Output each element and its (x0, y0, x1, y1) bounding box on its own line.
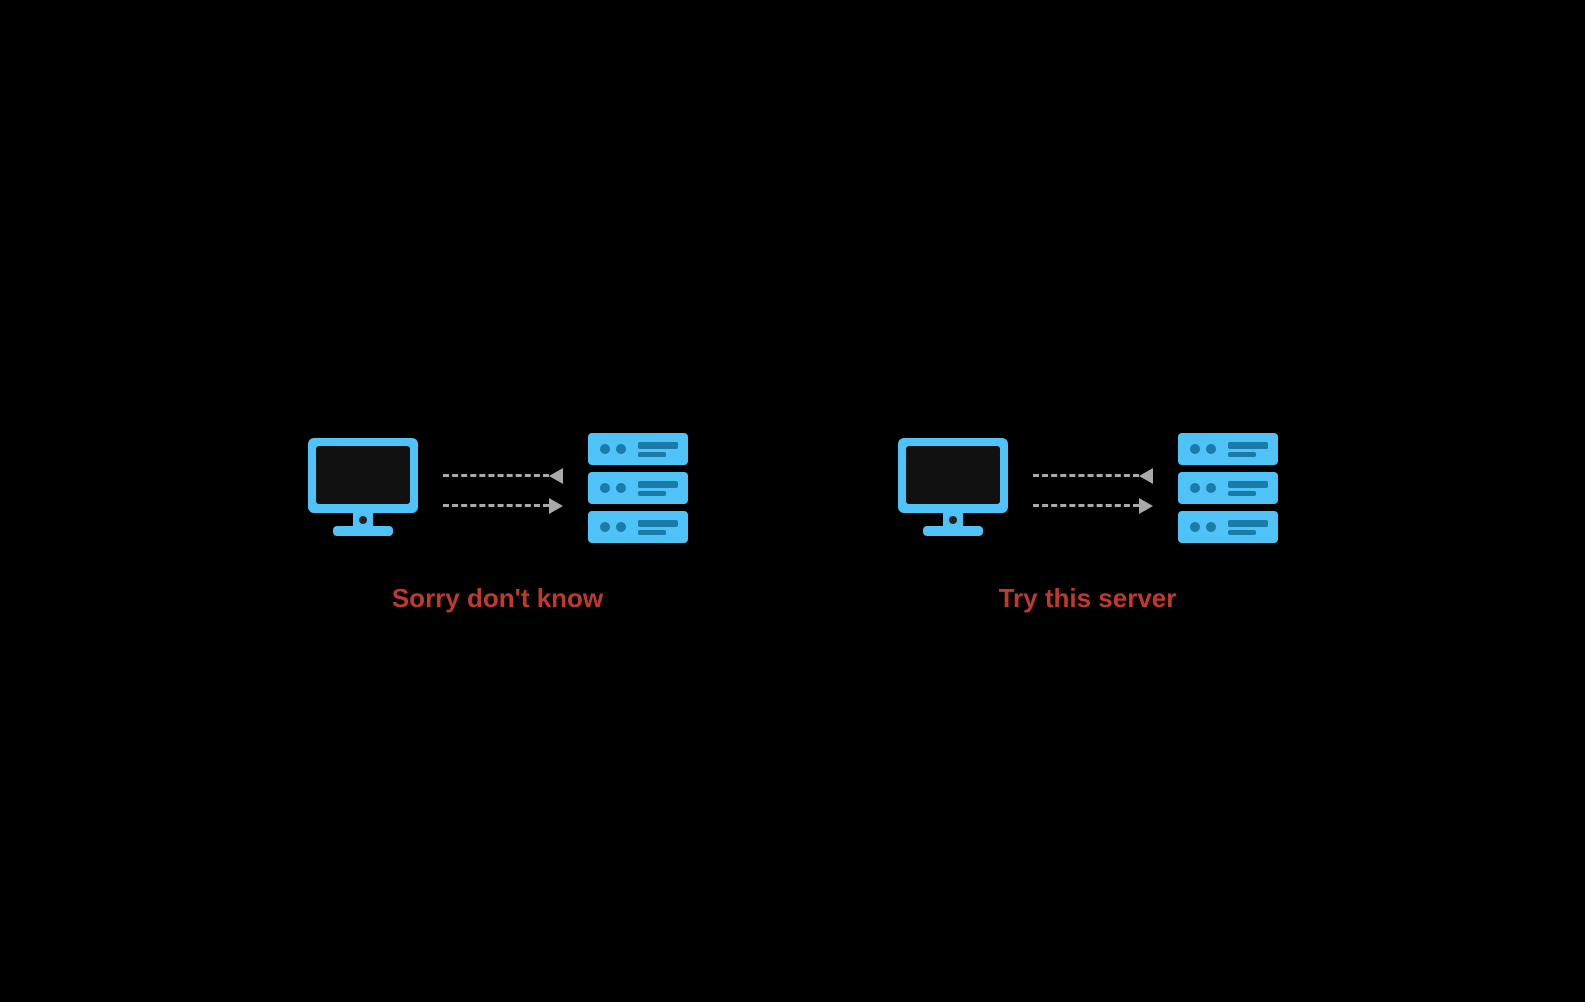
arrowhead-right-sorry (549, 498, 563, 514)
dashes-top-try (1033, 474, 1139, 477)
arrowhead-left-try (1139, 468, 1153, 484)
arrow-left-sorry (443, 468, 563, 484)
diagram-sorry: Sorry don't know (303, 428, 693, 614)
arrow-right-try (1033, 498, 1153, 514)
arrowhead-right-try (1139, 498, 1153, 514)
label-try: Try this server (999, 583, 1177, 614)
monitor-icon-right (893, 433, 1013, 548)
main-container: Sorry don't know (303, 428, 1283, 614)
arrow-left-try (1033, 468, 1153, 484)
dashes-bottom-try (1033, 504, 1139, 507)
monitor-icon-left (303, 433, 423, 548)
server-icon-sorry (583, 428, 693, 553)
arrows-try (1033, 468, 1153, 514)
dashes-bottom-sorry (443, 504, 549, 507)
diagram-row-sorry (303, 428, 693, 553)
server-icon-try (1173, 428, 1283, 553)
arrows-sorry (443, 468, 563, 514)
label-sorry: Sorry don't know (392, 583, 603, 614)
diagram-row-try (893, 428, 1283, 553)
dashes-top-sorry (443, 474, 549, 477)
diagram-try: Try this server (893, 428, 1283, 614)
arrowhead-left-sorry (549, 468, 563, 484)
arrow-right-sorry (443, 498, 563, 514)
